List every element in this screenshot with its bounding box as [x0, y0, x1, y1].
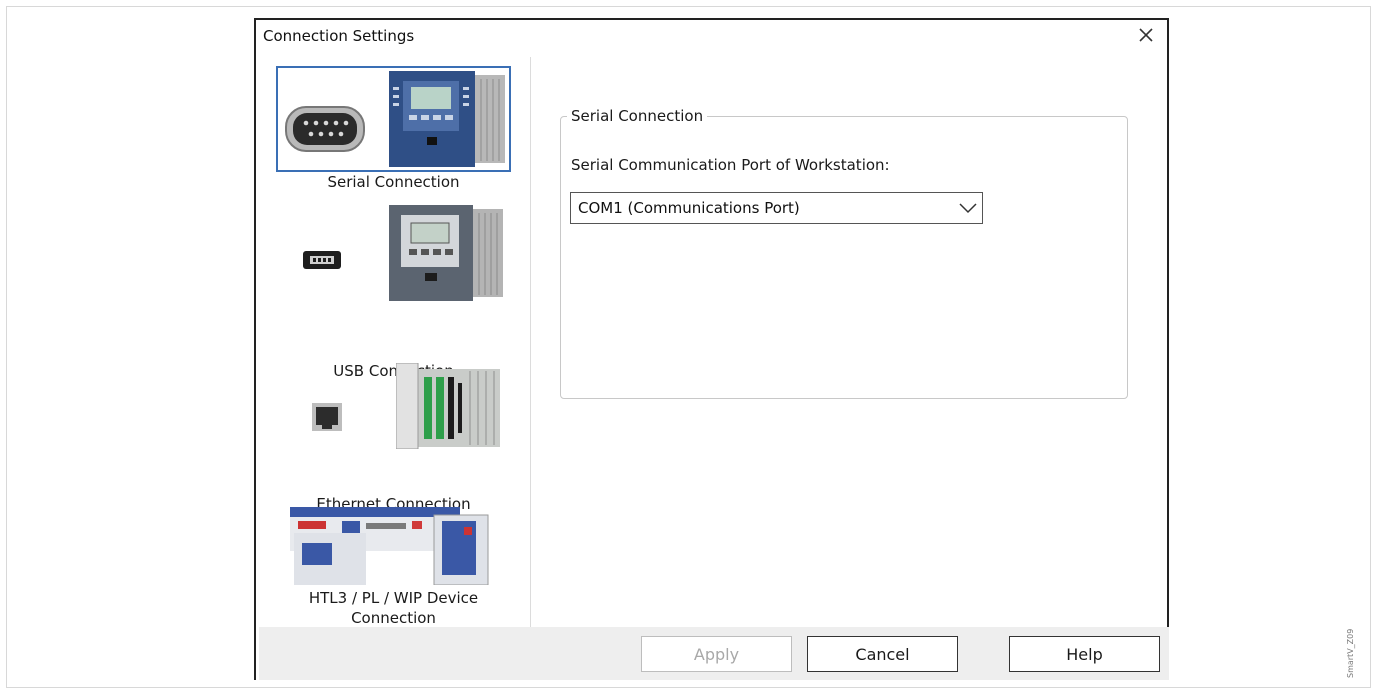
- htl3-connection-label-line1: HTL3 / PL / WIP Device: [308, 589, 479, 607]
- cancel-button[interactable]: Cancel: [807, 636, 958, 672]
- close-icon: [1139, 28, 1153, 42]
- image-reference-label: SmartV_Z09: [1346, 628, 1355, 678]
- htl3-connection-label-line2: Connection: [351, 609, 436, 627]
- com-port-dropdown[interactable]: COM1 (Communications Port): [570, 192, 983, 224]
- com-port-value: COM1 (Communications Port): [578, 199, 800, 217]
- serial-connection-label: Serial Connection: [327, 173, 460, 191]
- apply-button[interactable]: Apply: [641, 636, 792, 672]
- htl3-device-icon: [290, 507, 489, 585]
- chevron-down-icon: [959, 203, 977, 214]
- group-title: Serial Connection: [567, 107, 708, 125]
- connection-type-list: Serial Connection USB Connection Etherne…: [256, 57, 531, 628]
- help-button[interactable]: Help: [1009, 636, 1160, 672]
- relay-rack-icon: [396, 363, 500, 449]
- connection-item-ethernet[interactable]: Ethernet Connection: [256, 347, 531, 513]
- connection-item-usb[interactable]: USB Connection: [256, 195, 531, 380]
- connection-settings-dialog: Connection Settings Serial Connection US…: [254, 18, 1169, 680]
- connection-details-panel: Serial Connection Serial Communication P…: [531, 57, 1167, 628]
- connection-item-htl3[interactable]: HTL3 / PL / WIP Device Connection: [256, 505, 531, 628]
- port-label: Serial Communication Port of Workstation…: [571, 156, 890, 174]
- close-button[interactable]: [1133, 22, 1159, 48]
- protection-relay-icon: [389, 71, 505, 167]
- serial-port-icon: [285, 106, 365, 152]
- protection-relay-icon: [389, 205, 503, 301]
- ethernet-port-icon: [312, 403, 342, 431]
- dialog-button-bar: Apply Cancel Help: [259, 627, 1169, 680]
- dialog-title: Connection Settings: [263, 27, 415, 45]
- usb-port-icon: [303, 251, 341, 269]
- connection-item-serial[interactable]: Serial Connection: [256, 57, 531, 192]
